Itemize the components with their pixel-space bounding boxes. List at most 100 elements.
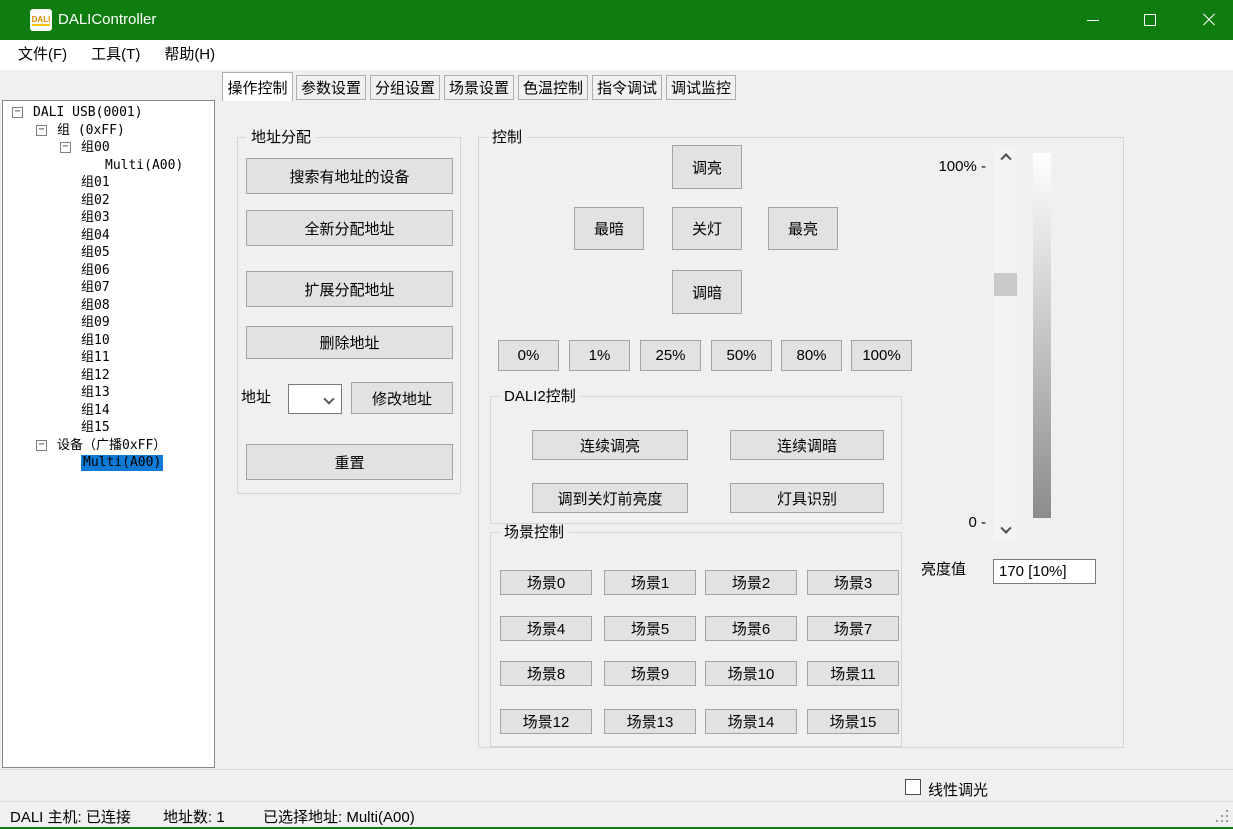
horizontal-separator xyxy=(0,769,1233,770)
tree-item-label: 组02 xyxy=(81,193,110,209)
recall-last-level-button[interactable]: 调到关灯前亮度 xyxy=(532,483,688,513)
tree-item-1[interactable]: −组 (0xFF) xyxy=(3,122,214,140)
scroll-down-button[interactable] xyxy=(994,521,1017,541)
tab-color-temperature-control[interactable]: 色温控制 xyxy=(518,75,588,100)
tree-item-9[interactable]: 组06 xyxy=(3,262,214,280)
level-scrollbar[interactable] xyxy=(994,146,1017,541)
tree-item-8[interactable]: 组05 xyxy=(3,244,214,262)
tab-command-debug[interactable]: 指令调试 xyxy=(592,75,662,100)
address-combobox[interactable] xyxy=(288,384,342,414)
assign-new-address-button[interactable]: 全新分配地址 xyxy=(246,210,453,246)
app-icon: DALI xyxy=(30,9,52,31)
tree-item-label: 组15 xyxy=(81,420,110,436)
scroll-up-button[interactable] xyxy=(994,146,1017,166)
scene-button-5[interactable]: 场景5 xyxy=(604,616,696,641)
scene-button-1[interactable]: 场景1 xyxy=(604,570,696,595)
scene-button-7[interactable]: 场景7 xyxy=(807,616,899,641)
chevron-down-icon xyxy=(1000,523,1011,534)
tree-item-label: 组08 xyxy=(81,298,110,314)
percent-button-2[interactable]: 25% xyxy=(640,340,701,371)
tab-debug-monitor[interactable]: 调试监控 xyxy=(666,75,736,100)
dali2-control-group-title: DALI2控制 xyxy=(499,388,581,405)
scene-button-6[interactable]: 场景6 xyxy=(705,616,797,641)
tree-item-19[interactable]: −设备（广播0xFF） xyxy=(3,437,214,455)
device-tree: −DALI USB(0001)−组 (0xFF)−组00Multi(A00)组0… xyxy=(2,100,215,768)
lamp-off-button[interactable]: 关灯 xyxy=(672,207,742,250)
tree-item-2[interactable]: −组00 xyxy=(3,139,214,157)
percent-button-4[interactable]: 80% xyxy=(781,340,842,371)
scene-button-9[interactable]: 场景9 xyxy=(604,661,696,686)
tab-grouping-settings[interactable]: 分组设置 xyxy=(370,75,440,100)
status-connection: DALI 主机: 已连接 xyxy=(10,806,131,827)
scene-button-14[interactable]: 场景14 xyxy=(705,709,797,734)
maximize-button[interactable] xyxy=(1127,0,1173,40)
tree-item-5[interactable]: 组02 xyxy=(3,192,214,210)
search-addressed-devices-button[interactable]: 搜索有地址的设备 xyxy=(246,158,453,194)
continuous-dim-down-button[interactable]: 连续调暗 xyxy=(730,430,884,460)
tree-item-16[interactable]: 组13 xyxy=(3,384,214,402)
resize-grip[interactable] xyxy=(1216,810,1230,824)
tree-item-label: 组11 xyxy=(81,350,110,366)
extend-assign-address-button[interactable]: 扩展分配地址 xyxy=(246,271,453,307)
tree-item-20[interactable]: Multi(A00) xyxy=(3,454,214,472)
percent-button-0[interactable]: 0% xyxy=(498,340,559,371)
brightness-value-box[interactable]: 170 [10%] xyxy=(993,559,1096,584)
reset-button[interactable]: 重置 xyxy=(246,444,453,480)
menu-item-help[interactable]: 帮助(H) xyxy=(154,40,225,70)
menu-item-file[interactable]: 文件(F) xyxy=(8,40,77,70)
percent-button-5[interactable]: 100% xyxy=(851,340,912,371)
tree-item-11[interactable]: 组08 xyxy=(3,297,214,315)
dim-down-button[interactable]: 调暗 xyxy=(672,270,742,314)
tree-item-3[interactable]: Multi(A00) xyxy=(3,157,214,175)
tab-parameter-settings[interactable]: 参数设置 xyxy=(296,75,366,100)
percent-button-3[interactable]: 50% xyxy=(711,340,772,371)
delete-address-button[interactable]: 删除地址 xyxy=(246,326,453,359)
tree-item-10[interactable]: 组07 xyxy=(3,279,214,297)
tree-collapse-icon[interactable]: − xyxy=(36,440,47,451)
tree-collapse-icon[interactable]: − xyxy=(36,125,47,136)
tree-item-12[interactable]: 组09 xyxy=(3,314,214,332)
brightness-label: 亮度值 xyxy=(921,561,966,579)
menu-item-tools[interactable]: 工具(T) xyxy=(81,40,150,70)
dim-max-button[interactable]: 最亮 xyxy=(768,207,838,250)
status-bar: DALI 主机: 已连接 地址数: 1 已选择地址: Multi(A00) xyxy=(0,801,1233,827)
percent-button-1[interactable]: 1% xyxy=(569,340,630,371)
lamp-identify-button[interactable]: 灯具识别 xyxy=(730,483,884,513)
scrollbar-thumb[interactable] xyxy=(994,273,1017,296)
address-label: 地址 xyxy=(241,389,271,407)
tree-collapse-icon[interactable]: − xyxy=(60,142,71,153)
tree-item-15[interactable]: 组12 xyxy=(3,367,214,385)
scene-button-11[interactable]: 场景11 xyxy=(807,661,899,686)
tree-item-6[interactable]: 组03 xyxy=(3,209,214,227)
minimize-button[interactable] xyxy=(1070,0,1116,40)
scene-button-12[interactable]: 场景12 xyxy=(500,709,592,734)
tree-item-label: 组09 xyxy=(81,315,110,331)
scene-button-8[interactable]: 场景8 xyxy=(500,661,592,686)
scene-button-2[interactable]: 场景2 xyxy=(705,570,797,595)
tree-item-label: 组03 xyxy=(81,210,110,226)
linear-dimming-checkbox[interactable] xyxy=(905,779,921,795)
scene-button-4[interactable]: 场景4 xyxy=(500,616,592,641)
dim-up-button[interactable]: 调亮 xyxy=(672,145,742,189)
tree-item-17[interactable]: 组14 xyxy=(3,402,214,420)
tree-item-7[interactable]: 组04 xyxy=(3,227,214,245)
continuous-dim-up-button[interactable]: 连续调亮 xyxy=(532,430,688,460)
tree-item-13[interactable]: 组10 xyxy=(3,332,214,350)
scene-button-3[interactable]: 场景3 xyxy=(807,570,899,595)
tree-item-label: 组07 xyxy=(81,280,110,296)
scene-button-10[interactable]: 场景10 xyxy=(705,661,797,686)
tab-operation-control[interactable]: 操作控制 xyxy=(222,72,293,101)
tree-item-14[interactable]: 组11 xyxy=(3,349,214,367)
scene-button-0[interactable]: 场景0 xyxy=(500,570,592,595)
tree-item-18[interactable]: 组15 xyxy=(3,419,214,437)
menu-bar: 文件(F)工具(T)帮助(H) xyxy=(0,40,1233,70)
tab-scene-settings[interactable]: 场景设置 xyxy=(444,75,514,100)
modify-address-button[interactable]: 修改地址 xyxy=(351,382,453,414)
scene-button-13[interactable]: 场景13 xyxy=(604,709,696,734)
scene-button-15[interactable]: 场景15 xyxy=(807,709,899,734)
dim-min-button[interactable]: 最暗 xyxy=(574,207,644,250)
tree-item-0[interactable]: −DALI USB(0001) xyxy=(3,104,214,122)
tree-item-4[interactable]: 组01 xyxy=(3,174,214,192)
close-button[interactable] xyxy=(1186,0,1232,40)
tree-collapse-icon[interactable]: − xyxy=(12,107,23,118)
